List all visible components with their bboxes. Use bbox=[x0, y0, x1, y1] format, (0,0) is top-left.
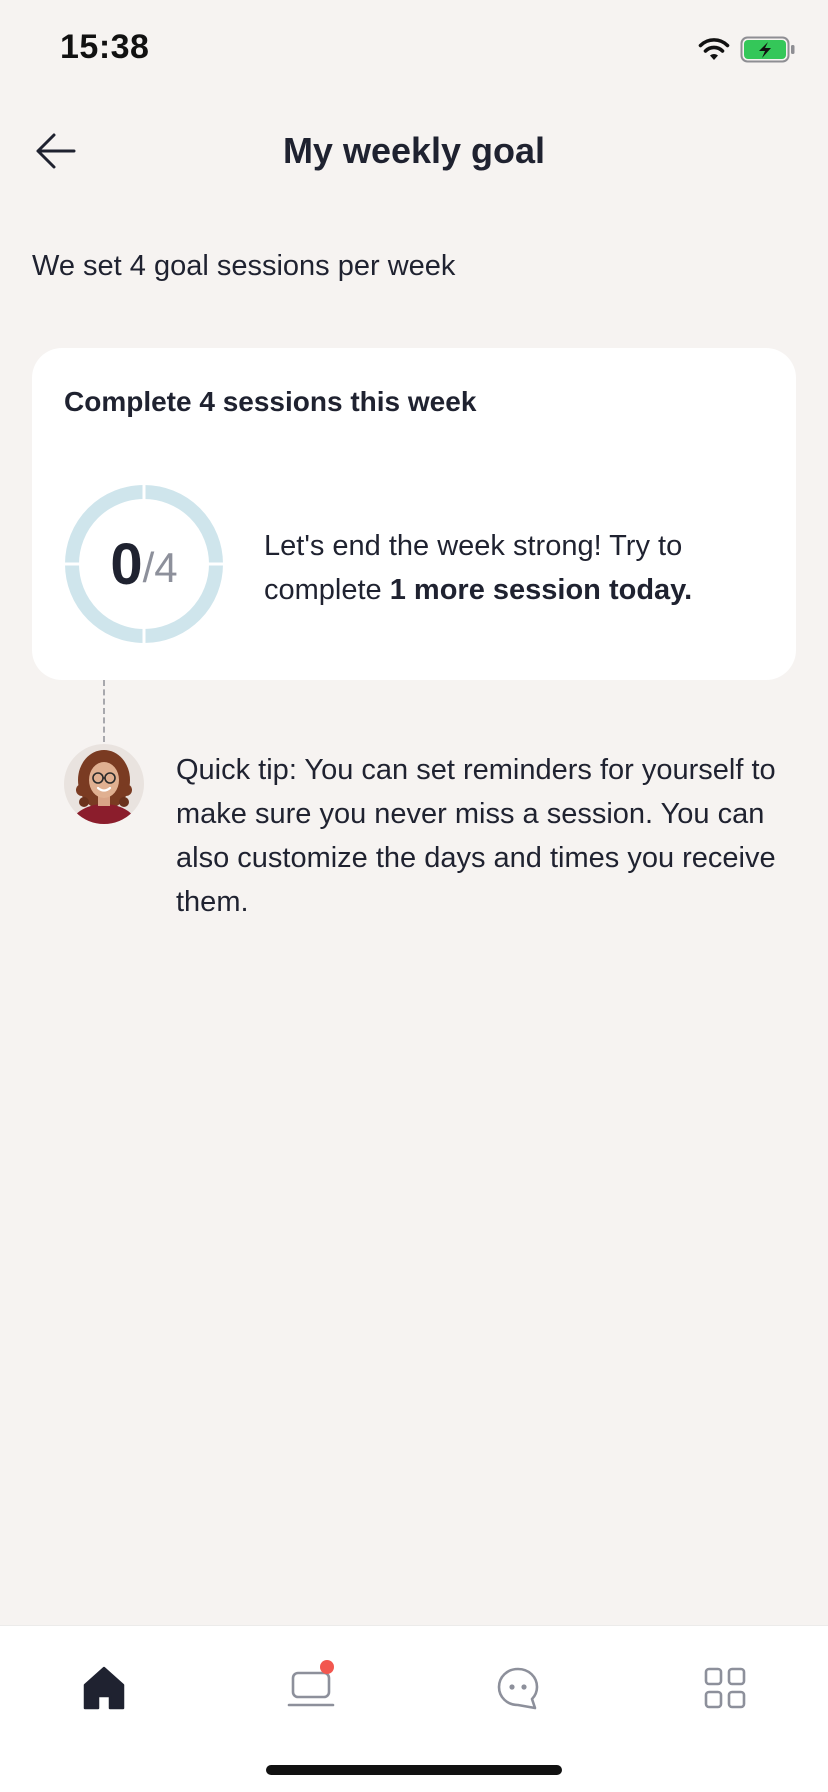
goal-subtitle: We set 4 goal sessions per week bbox=[32, 250, 456, 282]
tip-connector bbox=[103, 680, 105, 742]
goal-message-emphasis: 1 more session today. bbox=[389, 574, 693, 606]
goal-message: Let's end the week strong! Try to comple… bbox=[264, 524, 764, 612]
home-indicator bbox=[266, 1765, 562, 1775]
nav-chat-button[interactable] bbox=[488, 1658, 548, 1718]
coach-avatar bbox=[64, 744, 144, 824]
chat-bubble-icon bbox=[497, 1667, 539, 1710]
grid-icon bbox=[704, 1667, 746, 1709]
page-title: My weekly goal bbox=[282, 130, 546, 171]
wifi-icon bbox=[697, 36, 731, 62]
progress-completed: 0 bbox=[110, 531, 143, 597]
progress-ring: 0 /4 bbox=[64, 484, 224, 644]
quick-tip-text: Quick tip: You can set reminders for you… bbox=[176, 754, 776, 918]
goal-card: Complete 4 sessions this week 0 /4 Let's… bbox=[32, 348, 796, 680]
progress-count: 0 /4 bbox=[64, 484, 224, 644]
nav-more-button[interactable] bbox=[695, 1658, 755, 1718]
home-icon bbox=[83, 1666, 125, 1710]
status-bar: 15:38 bbox=[0, 0, 828, 100]
progress-total: /4 bbox=[142, 544, 178, 591]
notification-badge bbox=[320, 1660, 334, 1674]
battery-charging-icon bbox=[740, 36, 796, 63]
weekly-goal-screen: 15:38 My weekly goal We set 4 goal sessi… bbox=[0, 0, 828, 1792]
status-time: 15:38 bbox=[60, 28, 150, 66]
nav-home-button[interactable] bbox=[74, 1658, 134, 1718]
goal-card-title: Complete 4 sessions this week bbox=[64, 386, 477, 417]
nav-sessions-button[interactable] bbox=[281, 1658, 341, 1718]
